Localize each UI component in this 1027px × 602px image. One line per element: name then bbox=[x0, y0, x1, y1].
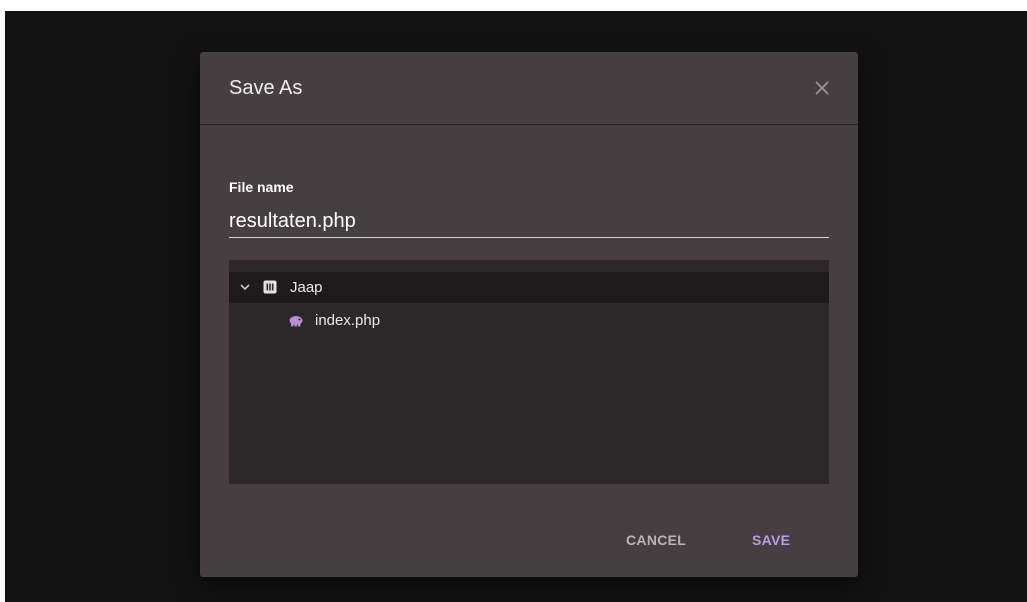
save-as-dialog: Save As File name Jaap bbox=[200, 52, 858, 577]
dialog-header: Save As bbox=[200, 52, 858, 125]
chevron-down-icon[interactable] bbox=[238, 280, 252, 294]
folder-icon bbox=[263, 280, 277, 294]
file-name-label: File name bbox=[229, 179, 294, 195]
tree-item-label: Jaap bbox=[290, 279, 323, 296]
dialog-title: Save As bbox=[229, 77, 303, 99]
tree-item-index-php[interactable]: index.php bbox=[229, 305, 829, 336]
close-button[interactable] bbox=[808, 74, 836, 102]
save-button[interactable]: SAVE bbox=[742, 526, 800, 554]
tree-item-label: index.php bbox=[315, 312, 381, 329]
php-elephant-icon bbox=[289, 316, 303, 327]
folder-tree: Jaap index.php bbox=[229, 260, 829, 484]
file-name-input[interactable] bbox=[229, 205, 829, 238]
tree-item-jaap[interactable]: Jaap bbox=[229, 272, 829, 303]
close-icon bbox=[815, 81, 829, 95]
cancel-button[interactable]: CANCEL bbox=[616, 526, 696, 554]
